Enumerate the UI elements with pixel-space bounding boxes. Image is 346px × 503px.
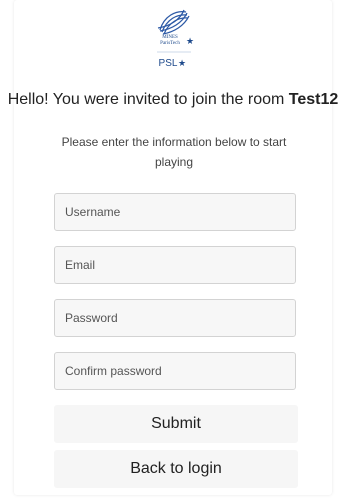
logo-sub-text: ParisTech <box>160 41 180 46</box>
back-to-login-button[interactable]: Back to login <box>54 450 298 488</box>
psl-text: PSL <box>159 58 178 69</box>
page: MINES ParisTech ★ PSL ★ Hello! You were … <box>0 0 346 503</box>
logo-star-icon: ★ <box>186 36 194 46</box>
confirm-password-input[interactable] <box>54 352 296 390</box>
page-title: Hello! You were invited to join the room… <box>0 90 346 109</box>
mines-paristech-logo: MINES ParisTech ★ PSL ★ <box>146 6 200 82</box>
password-input[interactable] <box>54 299 296 337</box>
instructions-text: Please enter the information below to st… <box>61 135 287 169</box>
logo-top-text: MINES <box>162 35 178 40</box>
email-input[interactable] <box>54 246 296 284</box>
room-name: Test12 <box>288 91 339 108</box>
greeting-text: Hello! You were invited to join the room <box>7 91 289 108</box>
username-input[interactable] <box>54 193 296 231</box>
submit-button[interactable]: Submit <box>54 405 298 443</box>
psl-star-icon: ★ <box>178 58 186 68</box>
